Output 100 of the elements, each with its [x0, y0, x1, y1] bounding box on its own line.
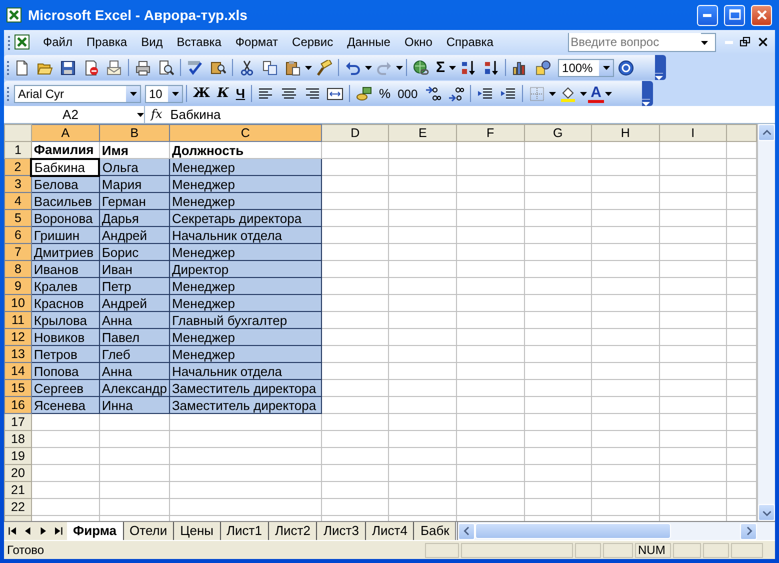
row-header[interactable]: 15 — [4, 380, 32, 396]
menu-item[interactable]: Данные — [340, 32, 398, 52]
dropdown-button[interactable] — [548, 92, 556, 96]
row-header[interactable]: 11 — [4, 312, 32, 328]
menu-item[interactable]: Правка — [80, 32, 134, 52]
row-header[interactable]: 3 — [4, 176, 32, 192]
row-header[interactable]: 8 — [4, 260, 32, 278]
table-cell: Секретарь директора — [169, 210, 322, 226]
last-sheet-icon — [52, 525, 64, 537]
increase-decimal-icon — [424, 86, 441, 102]
autosum-button[interactable]: Σ — [433, 58, 448, 77]
insert-function-button[interactable]: fx — [145, 106, 168, 123]
column-header[interactable]: A — [31, 124, 100, 142]
last-sheet-button[interactable] — [52, 525, 64, 537]
maximize-button[interactable] — [724, 4, 745, 26]
spelling-icon — [187, 60, 203, 76]
column-header[interactable]: I — [659, 124, 727, 142]
dropdown-button[interactable] — [580, 92, 587, 96]
row-header[interactable]: 22 — [4, 498, 32, 516]
dropdown-button[interactable] — [305, 66, 312, 70]
row-header[interactable]: 13 — [4, 346, 32, 362]
table-cell: Главный бухгалтер — [169, 312, 322, 328]
column-header[interactable]: B — [99, 124, 170, 142]
row-header[interactable]: 18 — [4, 430, 32, 448]
table-cell: Кралев — [31, 278, 100, 294]
menu-item[interactable]: Формат — [228, 32, 286, 52]
minimize-icon — [703, 14, 712, 16]
first-sheet-button[interactable] — [7, 525, 19, 537]
column-header[interactable]: C — [169, 124, 322, 142]
menu-item[interactable]: Файл — [36, 32, 80, 52]
num-lock-indicator: NUM — [635, 542, 671, 558]
bold-button[interactable]: Ж — [190, 85, 214, 102]
help-search-field[interactable]: Введите вопрос — [568, 32, 716, 52]
font-color-button[interactable]: A — [588, 84, 604, 102]
row-header[interactable]: 21 — [4, 482, 32, 498]
row-header[interactable]: 6 — [4, 226, 32, 244]
column-header[interactable]: D — [321, 124, 389, 142]
column-header[interactable]: G — [524, 124, 592, 142]
scroll-down-button[interactable] — [758, 504, 775, 521]
table-cell: Менеджер — [169, 294, 322, 312]
scroll-left-button[interactable] — [458, 522, 475, 540]
table-cell: Менеджер — [169, 158, 322, 176]
menu-item[interactable]: Справка — [439, 32, 500, 52]
format-painter-icon — [316, 60, 332, 76]
research-icon — [210, 60, 226, 76]
table-cell: Менеджер — [169, 176, 322, 192]
thousands-button[interactable]: 000 — [394, 86, 421, 102]
row-header[interactable]: 1 — [4, 142, 32, 158]
row-header[interactable]: 2 — [4, 158, 32, 176]
dropdown-button[interactable] — [365, 66, 372, 70]
row-header[interactable]: 12 — [4, 328, 32, 346]
percent-button[interactable]: % — [376, 85, 394, 102]
underline-button[interactable]: Ч — [232, 85, 248, 102]
column-header[interactable]: H — [592, 124, 660, 142]
indent-icon — [500, 86, 516, 102]
scroll-right-button[interactable] — [740, 522, 757, 540]
zoom-field[interactable]: 100% — [558, 58, 614, 76]
menu-item[interactable]: Вид — [134, 32, 170, 52]
table-cell: Заместитель директора — [169, 396, 322, 414]
row-header[interactable]: 9 — [4, 278, 32, 294]
formula-field[interactable]: Бабкина — [168, 106, 221, 123]
table-cell: Менеджер — [169, 346, 322, 362]
row-header[interactable]: 7 — [4, 244, 32, 260]
sort-ascending-icon — [460, 60, 476, 76]
scrollbar-thumb[interactable] — [475, 523, 671, 539]
row-header[interactable]: 10 — [4, 294, 32, 312]
name-box[interactable]: A2 — [4, 106, 145, 123]
dropdown-arrow-icon — [602, 66, 610, 70]
sheet-tab[interactable]: Фирма — [67, 522, 124, 540]
table-cell: Александр — [99, 380, 170, 396]
minimize-button[interactable] — [697, 4, 718, 26]
row-header[interactable]: 19 — [4, 448, 32, 464]
row-header[interactable]: 14 — [4, 362, 32, 380]
row-header[interactable]: 16 — [4, 396, 32, 414]
table-cell: Ясенева — [31, 396, 100, 414]
table-cell: Начальник отдела — [169, 226, 322, 244]
menu-item[interactable]: Вставка — [170, 32, 228, 52]
menu-item[interactable]: Окно — [397, 32, 440, 52]
dropdown-arrow-icon — [396, 66, 403, 70]
table-cell: Дарья — [99, 210, 170, 226]
table-cell: Гришин — [31, 226, 100, 244]
dropdown-button[interactable] — [396, 66, 403, 70]
row-header[interactable]: 4 — [4, 192, 32, 210]
row-header[interactable]: 17 — [4, 414, 32, 430]
dropdown-button[interactable] — [449, 66, 456, 70]
table-cell: Анна — [99, 362, 170, 380]
dropdown-button[interactable] — [605, 92, 612, 96]
column-header[interactable]: E — [388, 124, 456, 142]
scroll-up-button[interactable] — [758, 124, 775, 141]
row-header[interactable]: 20 — [4, 464, 32, 482]
row-header[interactable]: 5 — [4, 210, 32, 226]
table-cell: Анна — [99, 312, 170, 328]
font-size-field[interactable]: 10 — [145, 84, 183, 102]
status-text: Готово — [6, 542, 46, 559]
font-field[interactable]: Arial Cyr — [14, 84, 141, 102]
table-cell: Инна — [99, 396, 170, 414]
italic-button[interactable]: К — [214, 85, 232, 102]
column-header[interactable]: F — [456, 124, 524, 142]
table-cell: Глеб — [99, 346, 170, 362]
menu-item[interactable]: Сервис — [285, 32, 340, 52]
